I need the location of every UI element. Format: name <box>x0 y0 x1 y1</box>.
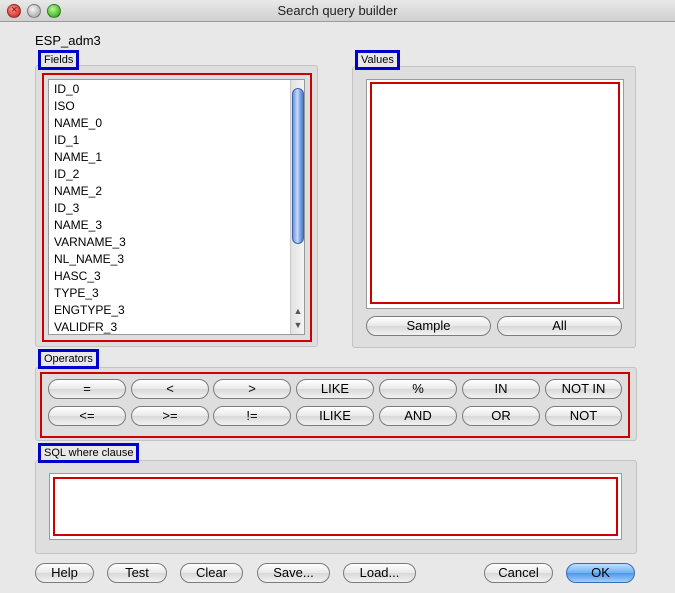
load-button[interactable]: Load... <box>343 563 416 583</box>
sql-group-title: SQL where clause <box>38 443 140 463</box>
field-list-item[interactable]: ID_0 <box>49 81 290 98</box>
field-list-item[interactable]: VARNAME_3 <box>49 234 290 251</box>
sql-highlight <box>53 477 618 536</box>
operator-button[interactable]: OR <box>462 406 540 426</box>
field-list-item[interactable]: ID_2 <box>49 166 290 183</box>
window-title: Search query builder <box>277 3 398 18</box>
operator-button[interactable]: % <box>379 379 457 399</box>
field-list-item[interactable]: VALIDFR_3 <box>49 319 290 334</box>
values-group-title: Values <box>355 50 400 70</box>
operator-button[interactable]: > <box>213 379 291 399</box>
fields-list-items: ID_0 ISO NAME_0 ID_1 NAME_1 ID_2 NAME_2 ID_3 NAM… <box>49 81 290 334</box>
values-highlight <box>370 82 620 304</box>
operator-button[interactable]: NOT <box>545 406 622 426</box>
scroll-up-icon[interactable]: ▲ <box>291 306 304 316</box>
field-list-item[interactable]: HASC_3 <box>49 268 290 285</box>
save-button[interactable]: Save... <box>257 563 330 583</box>
fields-scroll-thumb[interactable] <box>292 88 304 244</box>
fields-group-title: Fields <box>38 50 80 70</box>
operator-button[interactable]: <= <box>48 406 126 426</box>
operator-button[interactable]: IN <box>462 379 540 399</box>
clear-button[interactable]: Clear <box>180 563 243 583</box>
field-list-item[interactable]: TYPE_3 <box>49 285 290 302</box>
operator-button[interactable]: AND <box>379 406 457 426</box>
operator-button[interactable]: LIKE <box>296 379 374 399</box>
operator-button[interactable]: = <box>48 379 126 399</box>
scroll-down-icon[interactable]: ▼ <box>291 320 304 330</box>
field-list-item[interactable]: NAME_1 <box>49 149 290 166</box>
field-list-item[interactable]: NAME_2 <box>49 183 290 200</box>
operator-button[interactable]: != <box>213 406 291 426</box>
fields-list[interactable]: ID_0 ISO NAME_0 ID_1 NAME_1 ID_2 NAME_2 ID_3 NAM… <box>48 79 305 335</box>
fields-scrollbar[interactable]: ▲ ▼ <box>290 80 304 334</box>
operator-button[interactable]: >= <box>131 406 209 426</box>
operator-button[interactable]: NOT IN <box>545 379 622 399</box>
operators-group-title: Operators <box>38 349 99 369</box>
help-button[interactable]: Help <box>35 563 94 583</box>
cancel-button[interactable]: Cancel <box>484 563 553 583</box>
all-button[interactable]: All <box>497 316 622 336</box>
field-list-item[interactable]: NAME_3 <box>49 217 290 234</box>
operator-button[interactable]: ILIKE <box>296 406 374 426</box>
sample-button[interactable]: Sample <box>366 316 491 336</box>
field-list-item[interactable]: ID_1 <box>49 132 290 149</box>
ok-button[interactable]: OK <box>566 563 635 583</box>
test-button[interactable]: Test <box>107 563 167 583</box>
field-list-item[interactable]: ISO <box>49 98 290 115</box>
field-list-item[interactable]: ID_3 <box>49 200 290 217</box>
field-list-item[interactable]: NAME_0 <box>49 115 290 132</box>
field-list-item[interactable]: NL_NAME_3 <box>49 251 290 268</box>
operator-button[interactable]: < <box>131 379 209 399</box>
layer-name: ESP_adm3 <box>35 33 101 48</box>
field-list-item[interactable]: ENGTYPE_3 <box>49 302 290 319</box>
